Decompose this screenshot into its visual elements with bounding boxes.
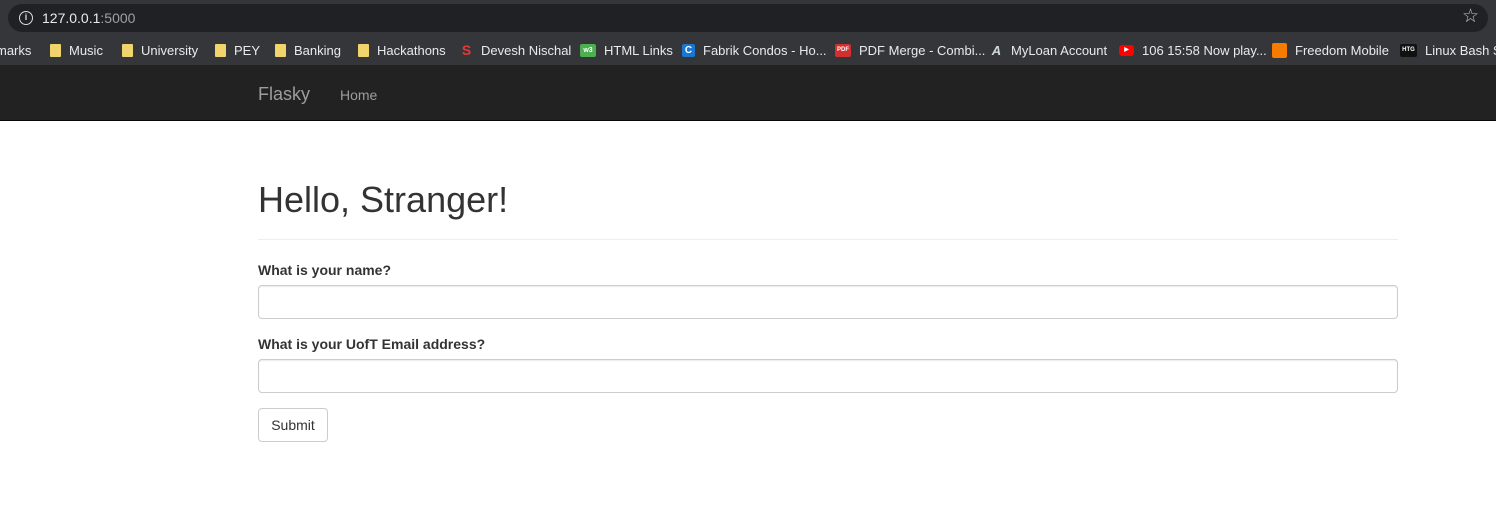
bookmarks-bar: marks Music University PEY Banking Hacka… — [0, 36, 1496, 65]
bookmark-item[interactable]: Music — [50, 36, 103, 65]
bookmark-item[interactable]: A MyLoan Account — [990, 36, 1107, 65]
folder-icon — [215, 44, 226, 57]
bookmark-label: Music — [69, 43, 103, 58]
bookmark-label: Linux Bash Sh — [1425, 43, 1496, 58]
devesh-logo-icon: S — [461, 44, 472, 57]
bookmark-item[interactable]: w3 HTML Links — [580, 36, 673, 65]
submit-button[interactable]: Submit — [258, 408, 328, 442]
divider — [258, 239, 1398, 240]
bookmark-label: MyLoan Account — [1011, 43, 1108, 58]
folder-icon — [358, 44, 369, 57]
bookmark-label: PDF Merge - Combi... — [859, 43, 986, 58]
bookmark-item[interactable]: S Devesh Nischal — [460, 36, 572, 65]
brand-link[interactable]: Flasky — [258, 84, 310, 104]
bookmark-label: HTML Links — [604, 43, 673, 58]
freedom-logo-icon — [1272, 43, 1287, 58]
bookmark-star-icon[interactable]: ☆ — [1462, 7, 1479, 27]
browser-toolbar: i 127.0.0.1:5000 ☆ — [0, 0, 1496, 36]
bookmark-label: marks — [0, 43, 32, 58]
site-navbar: Flasky Home — [0, 65, 1496, 121]
youtube-icon: ▶ — [1119, 45, 1134, 56]
bookmark-label: Hackathons — [377, 43, 446, 58]
bookmark-label: PEY — [234, 43, 261, 58]
bookmark-label: Freedom Mobile — [1295, 43, 1389, 58]
w3-logo-icon: w3 — [580, 44, 596, 57]
bookmark-item[interactable]: Banking — [275, 36, 341, 65]
bookmark-item[interactable]: ▶ 106 15:58 Now play... — [1119, 36, 1267, 65]
bookmark-label: Banking — [294, 43, 341, 58]
bookmark-item[interactable]: C Fabrik Condos - Ho... — [682, 36, 827, 65]
name-input[interactable] — [258, 285, 1398, 319]
bookmark-label: 106 15:58 Now play... — [1142, 43, 1267, 58]
bookmark-label: University — [141, 43, 199, 58]
bookmark-item[interactable]: Hackathons — [358, 36, 446, 65]
bookmark-item[interactable]: Freedom Mobile — [1272, 36, 1389, 65]
myloan-logo-icon: A — [991, 44, 1002, 57]
info-icon[interactable]: i — [19, 11, 33, 25]
bookmark-item[interactable]: HTG Linux Bash Sh — [1400, 36, 1496, 65]
bookmark-label: Devesh Nischal — [481, 43, 572, 58]
bookmark-item[interactable]: University — [122, 36, 198, 65]
pdf-logo-icon: PDF — [835, 44, 851, 57]
bookmark-item[interactable]: marks — [0, 36, 31, 65]
bookmark-label: Fabrik Condos - Ho... — [703, 43, 827, 58]
url-text[interactable]: 127.0.0.1:5000 — [42, 10, 135, 26]
email-input[interactable] — [258, 359, 1398, 393]
name-label: What is your name? — [258, 262, 392, 278]
folder-icon — [122, 44, 133, 57]
htg-logo-icon: HTG — [1400, 44, 1417, 57]
bookmark-item[interactable]: PDF PDF Merge - Combi... — [835, 36, 985, 65]
bookmark-item[interactable]: PEY — [215, 36, 260, 65]
url-port: :5000 — [100, 10, 136, 26]
page-title: Hello, Stranger! — [258, 179, 509, 220]
folder-icon — [275, 44, 286, 57]
folder-icon — [50, 44, 61, 57]
nav-home-link[interactable]: Home — [340, 87, 377, 103]
url-host: 127.0.0.1 — [42, 10, 101, 26]
fabrik-logo-icon: C — [682, 44, 695, 57]
address-bar[interactable]: i 127.0.0.1:5000 ☆ — [8, 4, 1488, 32]
email-label: What is your UofT Email address? — [258, 336, 486, 352]
